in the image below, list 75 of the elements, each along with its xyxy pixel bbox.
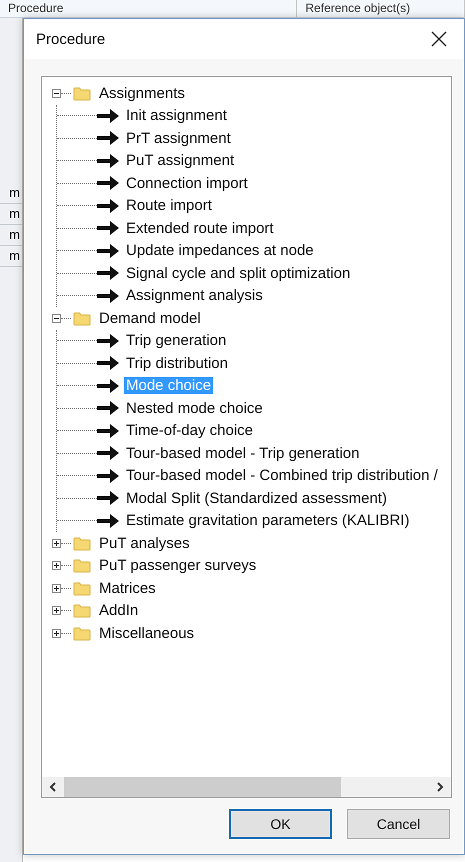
column-header: Reference object(s)	[297, 0, 465, 17]
arrow-icon	[97, 221, 119, 236]
folder-icon	[73, 603, 91, 618]
folder-icon	[73, 86, 91, 101]
horizontal-scrollbar[interactable]	[42, 777, 451, 797]
column-header: Procedure	[0, 0, 298, 17]
arrow-icon	[97, 491, 119, 506]
arrow-icon	[97, 446, 119, 460]
tree-item[interactable]: Connection import	[124, 174, 250, 192]
arrow-icon	[97, 288, 119, 303]
tree-item[interactable]: Trip generation	[124, 332, 228, 350]
expand-toggle[interactable]	[52, 628, 61, 638]
table-cell: m	[0, 246, 22, 267]
folder-icon	[73, 626, 91, 641]
plus-icon	[53, 562, 60, 570]
chevron-left-icon	[49, 782, 57, 792]
expand-toggle[interactable]	[52, 561, 61, 570]
table-cell: m	[0, 225, 22, 246]
tree-item[interactable]: Extended route import	[124, 220, 276, 237]
tree-item[interactable]: Time-of-day choice	[124, 422, 255, 440]
table-cell: m	[0, 204, 22, 225]
tree-item[interactable]: PuT assignment	[124, 152, 236, 170]
tree-item[interactable]: Miscellaneous	[97, 624, 196, 642]
folder-icon	[73, 310, 91, 326]
arrow-icon	[97, 176, 119, 190]
folder-icon	[73, 536, 91, 551]
chevron-right-icon	[436, 782, 444, 792]
tree-item[interactable]: Demand model	[97, 310, 203, 327]
tree-item[interactable]: Trip distribution	[124, 354, 230, 372]
arrow-icon	[97, 401, 119, 416]
table-cell: m	[0, 183, 22, 204]
arrow-icon	[97, 424, 119, 438]
collapse-toggle[interactable]	[52, 88, 61, 98]
expand-toggle[interactable]	[52, 538, 61, 548]
tree-item[interactable]: Route import	[124, 197, 214, 214]
tree-item[interactable]: Tour-based model - Combined trip distribution /	[124, 467, 440, 484]
tree-item[interactable]: PuT passenger surveys	[97, 557, 258, 574]
arrow-icon	[97, 108, 119, 123]
arrow-icon	[97, 514, 119, 528]
tree-item[interactable]: Nested mode choice	[124, 400, 265, 417]
tree-item[interactable]: Modal Split (Standardized assessment)	[124, 490, 389, 507]
tree-item[interactable]: Signal cycle and split optimization	[124, 264, 352, 282]
tree-item[interactable]: Tour-based model - Trip generation	[124, 444, 362, 462]
arrow-icon	[97, 244, 119, 258]
tree-item[interactable]: PrT assignment	[124, 130, 233, 147]
plus-icon	[53, 540, 60, 547]
arrow-icon	[97, 131, 119, 146]
plus-icon	[53, 630, 60, 637]
arrow-icon	[97, 334, 119, 348]
tree-item[interactable]: Init assignment	[124, 107, 229, 124]
plus-icon	[53, 607, 60, 614]
tree-item[interactable]: Assignments	[97, 84, 187, 102]
tree-item[interactable]: AddIn	[97, 602, 140, 620]
collapse-toggle[interactable]	[52, 314, 61, 323]
tree-item[interactable]: Assignment analysis	[124, 287, 265, 304]
folder-icon	[73, 558, 91, 574]
arrow-icon	[97, 468, 119, 483]
plus-icon	[53, 584, 60, 592]
tree-item[interactable]: PuT analyses	[97, 534, 192, 552]
dialog-title: Procedure	[36, 30, 106, 48]
arrow-icon	[97, 266, 119, 280]
arrow-icon	[97, 198, 119, 213]
folder-icon	[73, 580, 91, 596]
tree-item[interactable]: Matrices	[97, 580, 158, 597]
arrow-icon	[97, 378, 119, 393]
dialog-button[interactable]: Cancel	[347, 809, 450, 839]
close-icon	[431, 31, 447, 47]
tree-item[interactable]: Update impedances at node	[124, 242, 316, 260]
expand-toggle[interactable]	[52, 606, 61, 616]
arrow-icon	[97, 356, 119, 370]
dialog-button[interactable]: OK	[229, 809, 332, 839]
tree-item[interactable]: Estimate gravitation parameters (KALIBRI)	[124, 512, 412, 530]
scroll-thumb[interactable]	[64, 777, 342, 797]
arrow-icon	[97, 154, 119, 168]
expand-toggle[interactable]	[52, 584, 61, 593]
